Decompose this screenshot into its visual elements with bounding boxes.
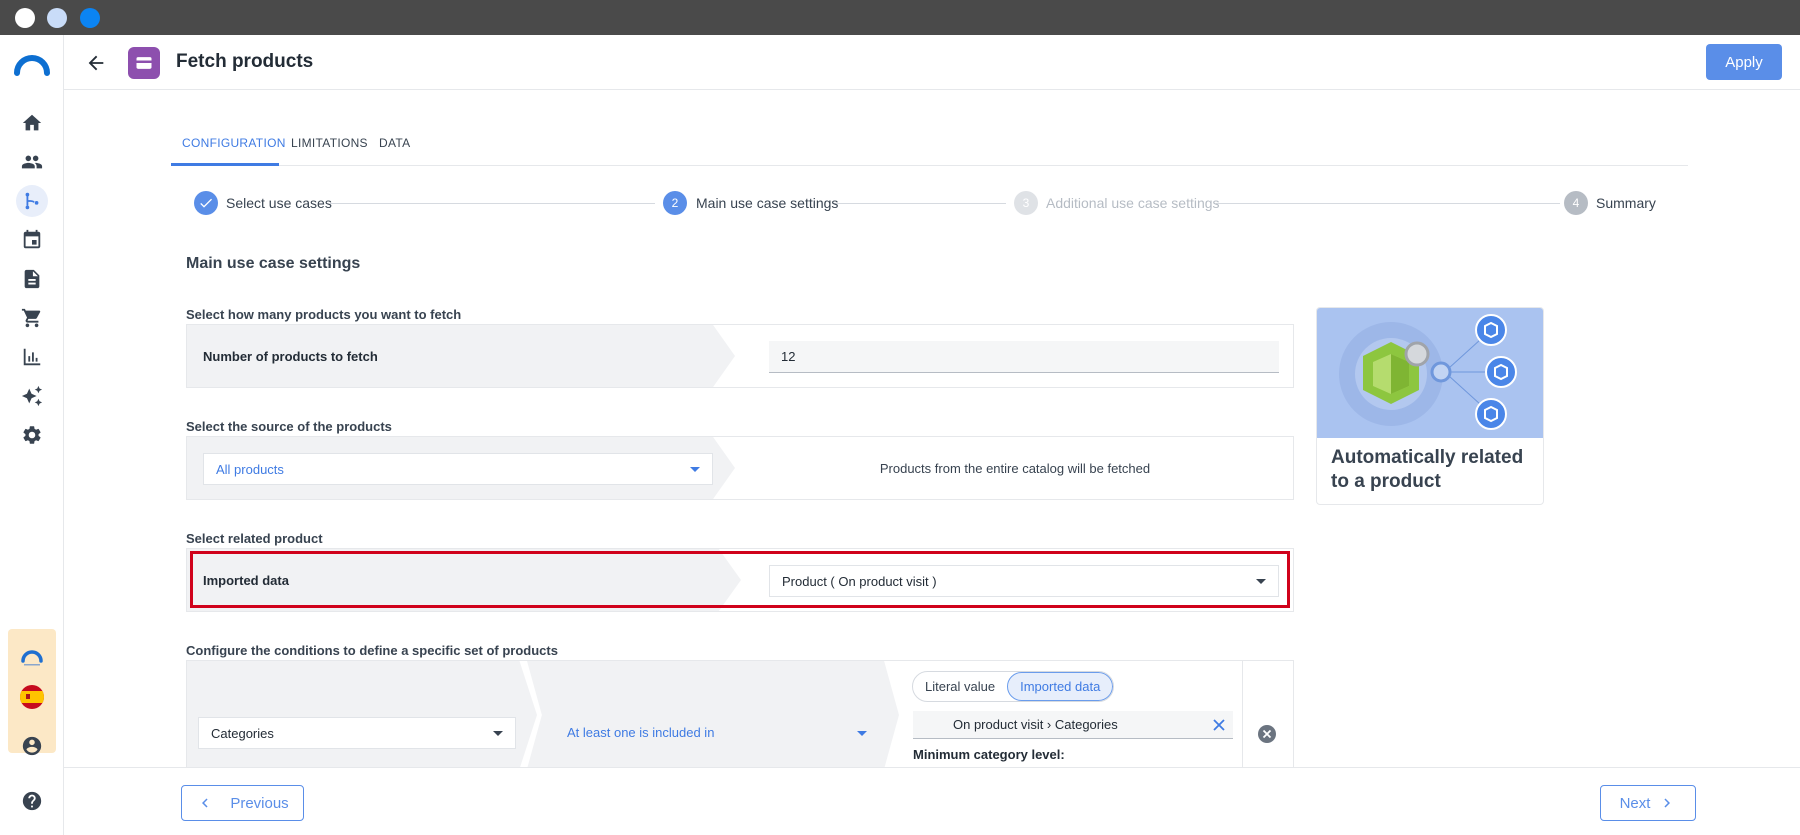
illustration-title: Automatically related to a product <box>1331 447 1524 492</box>
source-heading: Select the source of the products <box>186 419 392 434</box>
literal-value-option[interactable]: Literal value <box>913 672 1007 701</box>
page-header: Fetch products Apply <box>64 35 1800 90</box>
condition-attribute-panel <box>187 661 537 769</box>
sidebar <box>0 35 64 835</box>
chevron-down-icon <box>690 467 700 472</box>
condition-attribute-value: Categories <box>211 725 274 741</box>
fetch-products-node-icon <box>128 47 160 79</box>
products-count-card: Number of products to fetch 12 <box>186 324 1294 388</box>
chevron-left-icon <box>202 798 208 808</box>
step-3-number: 3 <box>1014 191 1038 215</box>
use-case-illustration-card: Automatically related to a product <box>1316 307 1544 505</box>
source-description: Products from the entire catalog will be… <box>879 461 1151 476</box>
settings-gear-icon[interactable] <box>16 419 48 451</box>
clear-value-icon[interactable] <box>1213 719 1225 731</box>
analytics-icon[interactable] <box>16 341 48 373</box>
products-count-field-label: Number of products to fetch <box>203 349 378 364</box>
config-tabs: CONFIGURATION LIMITATIONS DATA <box>171 130 1688 166</box>
stepper-connector <box>330 203 655 204</box>
wizard-footer: Previous Next <box>64 767 1800 835</box>
step-4-number[interactable]: 4 <box>1564 191 1588 215</box>
next-button-label: Next <box>1619 794 1651 812</box>
apply-button[interactable]: Apply <box>1706 44 1782 80</box>
condition-attribute-select[interactable]: Categories <box>198 717 516 749</box>
back-arrow-icon[interactable] <box>82 49 110 77</box>
step-2-number[interactable]: 2 <box>663 191 687 215</box>
step-2-label[interactable]: Main use case settings <box>696 195 838 211</box>
products-count-input[interactable]: 12 <box>769 341 1279 373</box>
tab-configuration[interactable]: CONFIGURATION <box>182 136 286 150</box>
divider <box>1242 661 1243 769</box>
related-product-illustration <box>1317 308 1543 438</box>
min-category-level-label: Minimum category level: <box>913 747 1065 762</box>
step-3-label: Additional use case settings <box>1046 195 1220 211</box>
cart-icon[interactable] <box>16 302 48 334</box>
window-minimize-button[interactable] <box>47 8 67 28</box>
remove-condition-icon[interactable] <box>1257 724 1277 744</box>
chevron-down-icon <box>493 731 503 736</box>
conditions-heading: Configure the conditions to define a spe… <box>186 643 558 658</box>
account-icon[interactable] <box>16 730 48 762</box>
condition-value-chip[interactable]: On product visit › Categories <box>913 711 1233 739</box>
document-icon[interactable] <box>16 263 48 295</box>
sparkles-ai-icon[interactable] <box>16 380 48 412</box>
home-icon[interactable] <box>16 107 48 139</box>
condition-value-chip-text: On product visit › Categories <box>953 717 1118 732</box>
value-type-toggle: Literal value Imported data <box>912 671 1115 702</box>
imported-data-option[interactable]: Imported data <box>1007 672 1114 701</box>
page-title: Fetch products <box>176 51 314 72</box>
window-close-button[interactable] <box>15 8 35 28</box>
workspace-logo-icon <box>21 650 43 666</box>
chevron-right-icon <box>1664 798 1671 808</box>
section-title: Main use case settings <box>186 255 361 272</box>
previous-button[interactable]: Previous <box>181 785 304 821</box>
previous-button-label: Previous <box>230 794 289 812</box>
calendar-icon[interactable] <box>16 224 48 256</box>
source-card: All products Products from the entire ca… <box>186 436 1294 500</box>
spain-flag-icon <box>20 685 44 709</box>
condition-operator-select[interactable]: At least one is included in <box>567 725 714 740</box>
step-4-label[interactable]: Summary <box>1596 195 1656 211</box>
highlight-box <box>190 551 1290 608</box>
tab-limitations[interactable]: LIMITATIONS <box>291 136 368 150</box>
workflow-branch-icon[interactable] <box>16 185 48 217</box>
products-count-heading: Select how many products you want to fet… <box>186 307 462 322</box>
next-button[interactable]: Next <box>1600 785 1696 821</box>
stepper-connector <box>834 203 1006 204</box>
window-titlebar <box>0 0 1800 35</box>
tab-data[interactable]: DATA <box>379 136 410 150</box>
step-1-label[interactable]: Select use cases <box>226 195 332 211</box>
step-1-check-icon[interactable] <box>194 191 218 215</box>
chevron-down-icon[interactable] <box>857 731 867 736</box>
active-tab-indicator <box>171 163 279 166</box>
related-heading: Select related product <box>186 531 323 546</box>
help-icon[interactable] <box>16 785 48 817</box>
condition-operator-panel <box>527 661 899 769</box>
source-select[interactable]: All products <box>203 453 713 485</box>
conditions-card: Categories At least one is included in O… <box>186 660 1294 770</box>
source-select-value: All products <box>216 461 284 477</box>
stepper-connector <box>1216 203 1560 204</box>
people-icon[interactable] <box>16 146 48 178</box>
brand-logo-icon[interactable] <box>14 51 50 77</box>
window-maximize-button[interactable] <box>80 8 100 28</box>
